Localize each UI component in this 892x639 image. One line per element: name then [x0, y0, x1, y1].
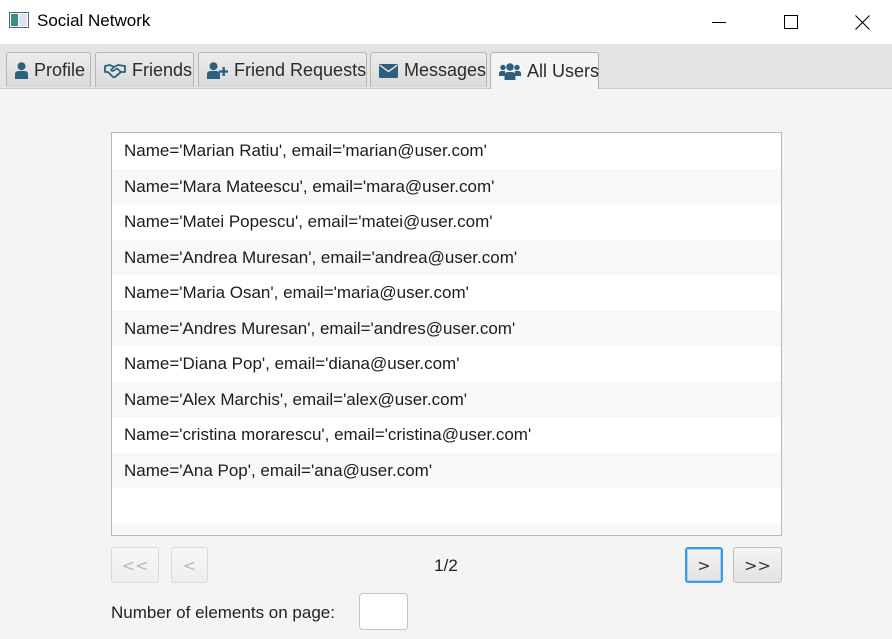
- tab-label: Friend Requests: [234, 59, 367, 80]
- tab-label: All Users: [527, 60, 600, 81]
- close-icon: [854, 14, 870, 30]
- title-bar: Social Network: [0, 0, 892, 44]
- user-plus-icon: [207, 61, 228, 79]
- minimize-button[interactable]: [696, 0, 742, 44]
- list-item[interactable]: Name='Andrea Muresan', email='andrea@use…: [112, 239, 781, 275]
- list-item[interactable]: Name='Andres Muresan', email='andres@use…: [112, 310, 781, 346]
- empty-list-row: [112, 488, 781, 524]
- list-item[interactable]: Name='Alex Marchis', email='alex@user.co…: [112, 381, 781, 417]
- tab-messages[interactable]: Messages: [370, 52, 487, 87]
- list-item[interactable]: Name='Ana Pop', email='ana@user.com': [112, 452, 781, 488]
- page-indicator: 1/2: [434, 556, 458, 575]
- window-title: Social Network: [37, 11, 151, 30]
- app-icon: [9, 12, 29, 28]
- list-item[interactable]: Name='Matei Popescu', email='matei@user.…: [112, 204, 781, 240]
- envelope-icon: [379, 63, 398, 78]
- elements-per-page-input[interactable]: [359, 593, 408, 630]
- tab-label: Messages: [404, 59, 487, 80]
- tab-bar: Profile Friends Friend Requests Messages…: [0, 44, 892, 89]
- empty-list-row: [112, 523, 781, 535]
- tab-label: Profile: [34, 59, 86, 80]
- maximize-button[interactable]: [768, 0, 814, 44]
- list-item[interactable]: Name='Diana Pop', email='diana@user.com': [112, 346, 781, 382]
- list-item[interactable]: Name='Mara Mateescu', email='mara@user.c…: [112, 168, 781, 204]
- tab-all-users[interactable]: All Users: [490, 52, 599, 89]
- user-icon: [15, 61, 28, 79]
- maximize-icon: [784, 15, 798, 29]
- list-item[interactable]: Name='cristina morarescu', email='cristi…: [112, 417, 781, 453]
- tab-label: Friends: [132, 59, 193, 80]
- elements-per-page-label: Number of elements on page:: [111, 603, 335, 622]
- first-page-button[interactable]: <<: [111, 547, 159, 583]
- close-button[interactable]: [839, 0, 885, 44]
- app-window: Social Network Profile Friends Friend Re…: [0, 0, 892, 639]
- tab-friend-requests[interactable]: Friend Requests: [198, 52, 367, 87]
- tab-friends[interactable]: Friends: [95, 52, 194, 87]
- list-item[interactable]: Name='Maria Osan', email='maria@user.com…: [112, 275, 781, 311]
- list-item[interactable]: Name='Marian Ratiu', email='marian@user.…: [112, 133, 781, 169]
- tab-profile[interactable]: Profile: [6, 52, 91, 87]
- previous-page-button[interactable]: <: [171, 547, 208, 583]
- users-icon: [499, 62, 521, 80]
- minimize-icon: [712, 22, 726, 23]
- last-page-button[interactable]: >>: [733, 547, 782, 583]
- users-list[interactable]: Name='Marian Ratiu', email='marian@user.…: [111, 132, 782, 536]
- handshake-icon: [104, 63, 126, 78]
- next-page-button[interactable]: >: [685, 547, 723, 583]
